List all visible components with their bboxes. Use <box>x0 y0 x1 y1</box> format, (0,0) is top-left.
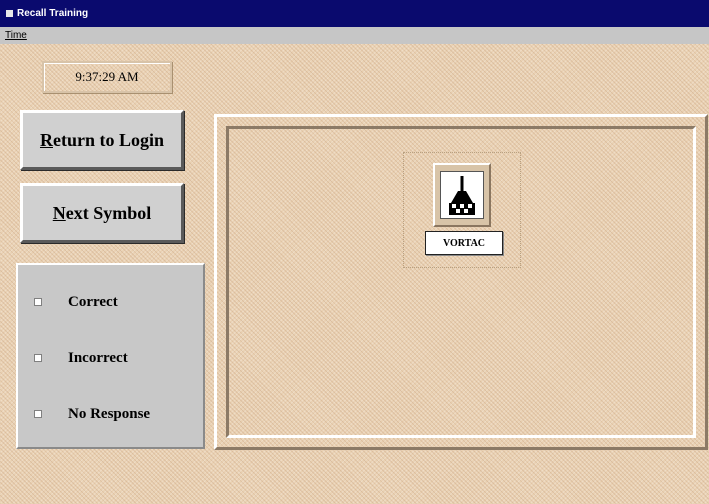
app-icon <box>6 10 13 17</box>
radio-incorrect[interactable]: Incorrect <box>34 348 128 368</box>
return-to-login-mnemonic: R <box>39 129 53 150</box>
response-panel: Correct Incorrect No Response <box>16 263 205 449</box>
symbol-card: VORTAC <box>403 152 521 268</box>
menu-bar: Time <box>0 27 709 44</box>
next-symbol-button[interactable]: Next Symbol <box>20 183 184 243</box>
radio-no-response[interactable]: No Response <box>34 404 150 424</box>
return-to-login-button[interactable]: Return to Login <box>20 110 184 170</box>
symbol-label: VORTAC <box>425 231 503 255</box>
radio-correct[interactable]: Correct <box>34 292 118 312</box>
next-symbol-label: ext Symbol <box>65 202 152 223</box>
radio-incorrect-label: Incorrect <box>68 349 128 366</box>
window-title: Recall Training <box>17 8 89 19</box>
radio-button-icon[interactable] <box>34 354 42 362</box>
radio-correct-label: Correct <box>68 293 118 310</box>
radio-no-response-label: No Response <box>68 405 151 422</box>
vortac-icon <box>449 176 475 215</box>
radio-button-icon[interactable] <box>34 410 42 418</box>
next-symbol-mnemonic: N <box>52 202 66 223</box>
clock-display: 9:37:29 AM <box>42 61 172 93</box>
symbol-label-text: VORTAC <box>442 237 486 249</box>
return-to-login-label: eturn to Login <box>52 129 164 150</box>
menu-item-time[interactable]: Time <box>5 30 27 41</box>
title-bar: Recall Training <box>0 0 709 27</box>
clock-time: 9:37:29 AM <box>75 69 139 84</box>
symbol-icon-frame <box>433 163 491 227</box>
main-client-area: 9:37:29 AM Return to Login Next Symbol C… <box>0 44 709 504</box>
radio-button-icon[interactable] <box>34 298 42 306</box>
